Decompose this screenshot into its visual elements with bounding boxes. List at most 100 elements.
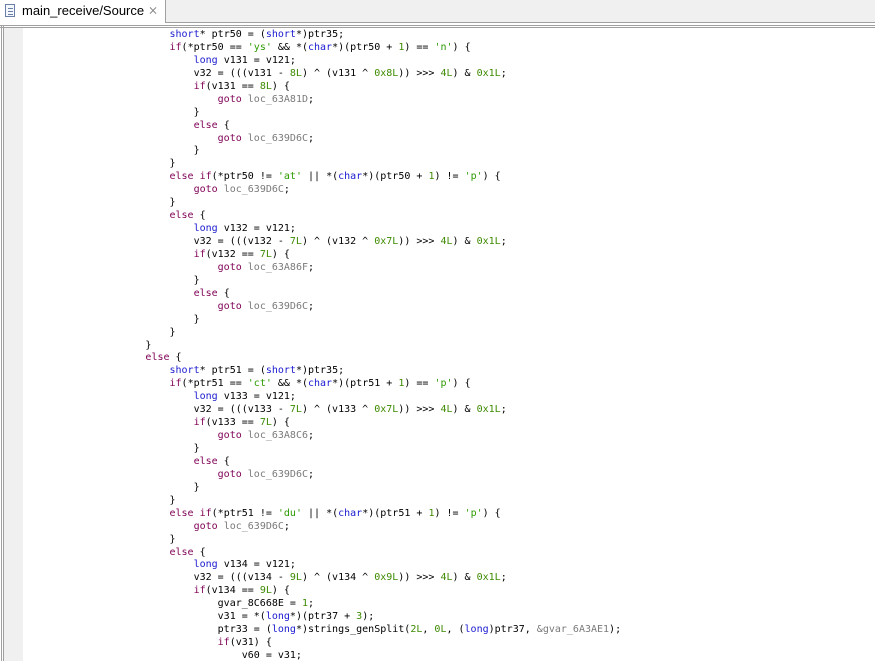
code-token: { — [217, 119, 230, 131]
type-token: long — [193, 223, 218, 235]
code-line: } — [25, 534, 875, 547]
code-line: if(*ptr50 == 'ys' && *(char*)(ptr50 + 1)… — [25, 42, 875, 55]
code-token: (*ptr51 != — [211, 507, 278, 519]
code-token: ; — [283, 520, 290, 532]
code-line: v32 = (((v132 - 7L) ^ (v132 ^ 0x7L)) >>>… — [25, 236, 875, 249]
code-token: ) != — [434, 507, 465, 519]
number-token: 0x1L — [476, 572, 501, 584]
code-line: long v131 = v121; — [25, 55, 875, 68]
divider — [0, 27, 875, 28]
code-token: (v131 == — [205, 80, 260, 92]
code-token: ; — [308, 93, 315, 105]
string-token: 'at' — [277, 171, 302, 183]
code-token: *)ptr35; — [295, 365, 345, 377]
divider — [0, 25, 875, 26]
number-token: 0x8L — [374, 67, 399, 79]
keyword-token: if — [193, 417, 206, 429]
code-token: && *( — [271, 378, 308, 390]
string-token: 'du' — [277, 507, 302, 519]
code-token: ) != — [434, 171, 465, 183]
code-token: ; — [500, 236, 507, 247]
keyword-token: goto — [217, 468, 242, 480]
code-line: else { — [25, 210, 875, 223]
keyword-token: goto — [217, 430, 242, 442]
number-token: 9L — [289, 572, 302, 584]
code-line: } — [25, 327, 875, 340]
code-line: if(v132 == 7L) { — [25, 249, 875, 262]
keyword-token: else if — [169, 171, 212, 183]
code-line: goto loc_639D6C; — [25, 301, 875, 314]
code-token: ) { — [271, 585, 290, 597]
code-token: ) { — [482, 507, 501, 519]
keyword-token: else — [193, 287, 218, 299]
code-token: ) & — [452, 404, 477, 416]
code-token: ; — [283, 184, 290, 196]
code-line: if(v134 == 9L) { — [25, 585, 875, 598]
keyword-token: if — [169, 378, 182, 390]
code-token: } — [25, 443, 200, 454]
code-token: v32 = (((v131 - — [25, 67, 290, 79]
code-token: *)(ptr51 + — [362, 507, 429, 519]
number-token: 0x7L — [374, 404, 399, 416]
number-token: 0x1L — [476, 236, 501, 247]
code-token: * ptr51 = ( — [199, 365, 266, 377]
label-token: loc_639D6C — [247, 132, 308, 144]
type-token: short — [169, 365, 200, 377]
type-token: char — [308, 41, 333, 53]
code-line: ptr33 = (long*)strings_genSplit(2L, 0L, … — [25, 624, 875, 637]
code-token: ) { — [452, 41, 471, 53]
code-line: else { — [25, 547, 875, 560]
code-line: else { — [25, 456, 875, 469]
label-token: loc_639D6C — [223, 184, 284, 196]
close-icon[interactable]: ⨯ — [148, 3, 158, 17]
keyword-token: goto — [193, 184, 218, 196]
editor-tab-bar: main_receive/Source ⨯ — [0, 0, 875, 23]
number-token: 7L — [259, 248, 272, 260]
code-token: } — [25, 106, 200, 118]
code-token: ); — [609, 624, 622, 636]
code-token: ; — [308, 300, 315, 312]
code-token: (v133 == — [205, 417, 260, 429]
keyword-token: else — [169, 546, 194, 558]
code-line: } — [25, 443, 875, 456]
code-line: if(*ptr51 == 'ct' && *(char*)(ptr51 + 1)… — [25, 378, 875, 391]
code-token: * ptr50 = ( — [199, 29, 266, 40]
code-token: ; — [308, 261, 315, 273]
code-token: ) == — [404, 378, 435, 390]
type-token: short — [169, 29, 200, 40]
code-token: ; — [308, 468, 315, 480]
code-line: } — [25, 340, 875, 353]
code-line: else { — [25, 288, 875, 301]
code-token: } — [25, 494, 176, 506]
tab-main-receive-source[interactable]: main_receive/Source ⨯ — [0, 0, 166, 23]
code-token: )) >>> — [398, 236, 441, 247]
code-line: long v132 = v121; — [25, 223, 875, 236]
code-line: if(v131 == 8L) { — [25, 81, 875, 94]
code-line: goto loc_639D6C; — [25, 521, 875, 534]
source-code-editor[interactable]: short* ptr50 = (short*)ptr35; if(*ptr50 … — [23, 29, 875, 661]
code-token: )) >>> — [398, 572, 441, 584]
code-token: { — [169, 352, 182, 364]
number-token: 0x9L — [374, 572, 399, 584]
code-token: } — [25, 158, 176, 170]
code-token: ) { — [482, 171, 501, 183]
code-token: { — [217, 455, 230, 467]
type-token: char — [338, 171, 363, 183]
code-line: } — [25, 197, 875, 210]
code-token: ; — [308, 132, 315, 144]
